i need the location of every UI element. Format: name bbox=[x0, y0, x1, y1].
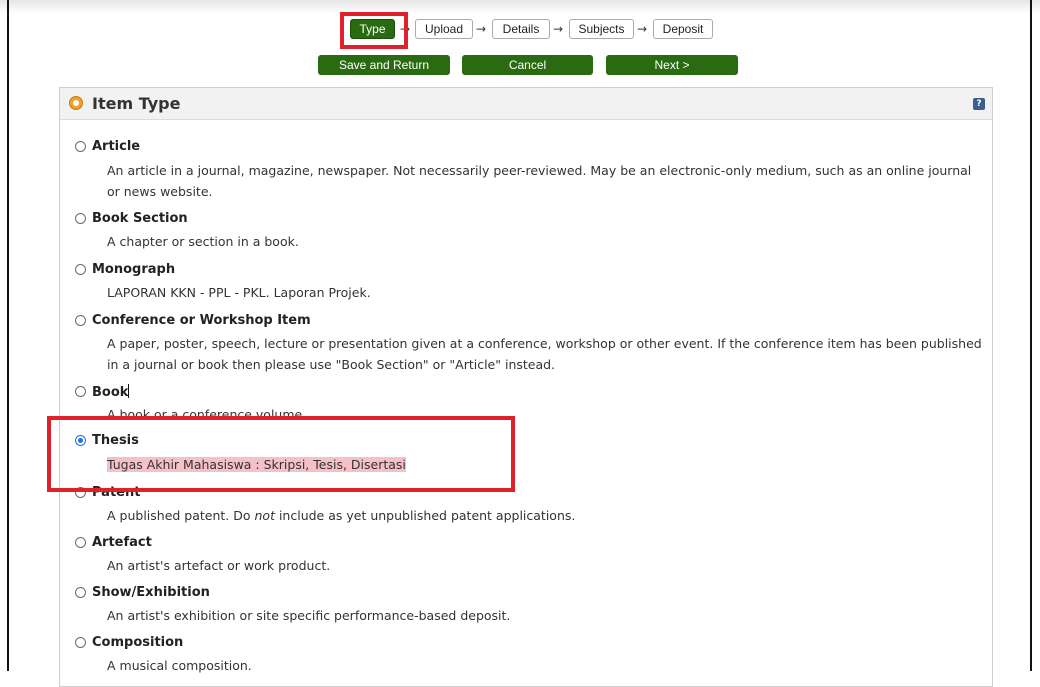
option-description: A musical composition. bbox=[107, 658, 252, 673]
option-description: An artist's exhibition or site specific … bbox=[107, 608, 511, 623]
option-label-text: Book bbox=[92, 385, 129, 400]
step-upload[interactable]: Upload bbox=[415, 19, 473, 39]
panel-header: Item Type ? bbox=[60, 88, 992, 120]
option-label: Book bbox=[92, 384, 130, 400]
option-description: LAPORAN KKN - PPL - PKL. Laporan Projek. bbox=[107, 285, 371, 300]
option-description: A paper, poster, speech, lecture or pres… bbox=[107, 336, 982, 372]
save-and-return-button[interactable]: Save and Return bbox=[318, 55, 450, 75]
arrow-icon: → bbox=[637, 22, 648, 36]
arrow-icon: → bbox=[553, 22, 564, 36]
option-label: Artefact bbox=[92, 535, 152, 550]
radio-artefact[interactable] bbox=[75, 537, 86, 548]
cancel-button[interactable]: Cancel bbox=[462, 55, 593, 75]
panel-title: Item Type bbox=[92, 94, 181, 113]
radio-book-section[interactable] bbox=[75, 213, 86, 224]
radio-conference-item[interactable] bbox=[75, 315, 86, 326]
option-description: A chapter or section in a book. bbox=[107, 234, 299, 249]
help-icon[interactable]: ? bbox=[973, 98, 985, 110]
arrow-icon: → bbox=[476, 22, 487, 36]
desc-pre: A published patent. Do bbox=[107, 508, 255, 523]
radio-monograph[interactable] bbox=[75, 264, 86, 275]
next-button[interactable]: Next > bbox=[606, 55, 738, 75]
workflow-steps: Type → Upload → Details → Subjects → Dep… bbox=[0, 19, 1040, 41]
desc-emphasis: not bbox=[254, 508, 275, 523]
step-deposit[interactable]: Deposit bbox=[653, 19, 713, 39]
thesis-option-highlight bbox=[47, 416, 515, 492]
option-description: An article in a journal, magazine, newsp… bbox=[107, 163, 972, 199]
type-step-highlight bbox=[340, 12, 408, 49]
option-description: An artist's artefact or work product. bbox=[107, 558, 331, 573]
step-subjects[interactable]: Subjects bbox=[569, 19, 634, 39]
option-label: Conference or Workshop Item bbox=[92, 313, 311, 328]
radio-composition[interactable] bbox=[75, 637, 86, 648]
radio-book[interactable] bbox=[75, 386, 86, 397]
step-details[interactable]: Details bbox=[492, 19, 550, 39]
radio-show-exhibition[interactable] bbox=[75, 587, 86, 598]
option-label: Book Section bbox=[92, 211, 188, 226]
radio-article[interactable] bbox=[75, 141, 86, 152]
desc-post: include as yet unpublished patent applic… bbox=[274, 508, 576, 523]
option-label: Article bbox=[92, 139, 141, 154]
option-description: A published patent. Do not include as ye… bbox=[107, 505, 987, 526]
text-cursor bbox=[128, 384, 130, 398]
option-label: Show/Exhibition bbox=[92, 585, 210, 600]
option-label: Composition bbox=[92, 635, 184, 650]
option-label: Monograph bbox=[92, 262, 176, 277]
item-type-icon bbox=[69, 96, 83, 110]
